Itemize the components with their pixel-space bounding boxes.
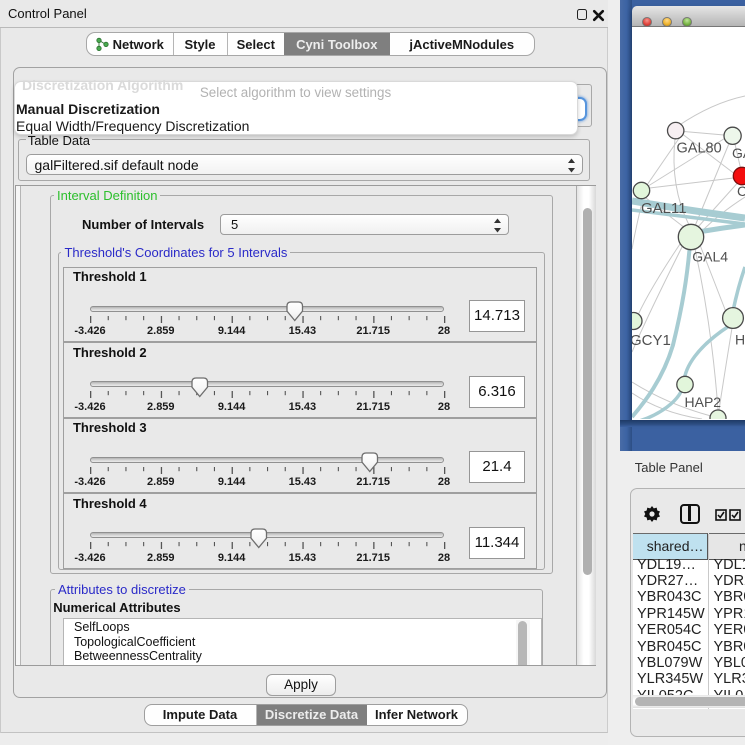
svg-text:GCY1: GCY1 xyxy=(632,332,671,349)
svg-text:HAP2: HAP2 xyxy=(685,394,722,410)
svg-text:C: C xyxy=(737,183,745,199)
svg-text:GA: GA xyxy=(732,145,745,161)
svg-text:GAL11: GAL11 xyxy=(641,200,687,217)
svg-text:GAL4: GAL4 xyxy=(692,249,728,265)
svg-text:GAL80: GAL80 xyxy=(677,141,722,157)
svg-text:HI: HI xyxy=(735,332,745,348)
